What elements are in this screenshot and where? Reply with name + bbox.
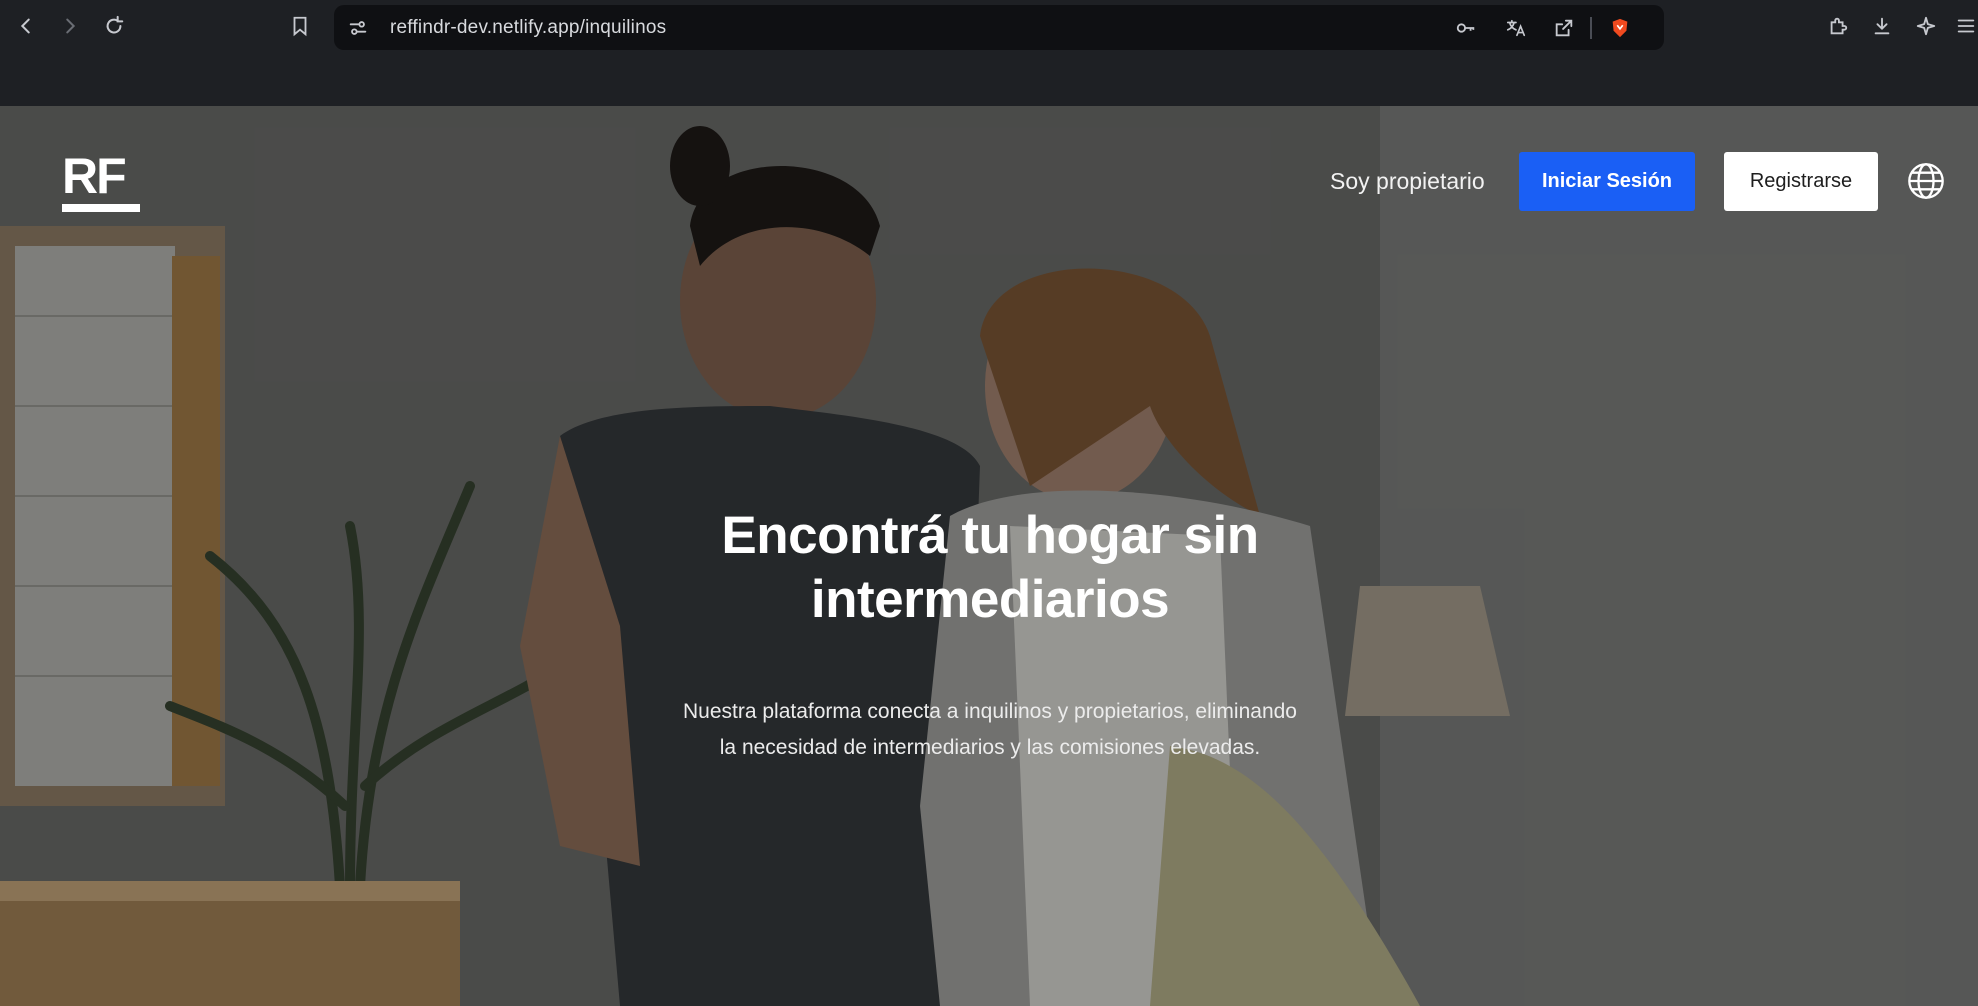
share-icon[interactable] [1550, 14, 1578, 42]
brave-shield-icon[interactable] [1606, 14, 1634, 42]
reload-icon[interactable] [100, 12, 128, 40]
subtitle-line-2: la necesidad de intermediarios y las com… [719, 736, 1261, 759]
rf-logo[interactable]: RF [62, 150, 144, 224]
globe-icon[interactable] [1906, 161, 1946, 201]
site-settings-icon[interactable] [344, 14, 372, 42]
address-bar[interactable]: reffindr-dev.netlify.app/inquilinos [334, 5, 1664, 50]
back-icon[interactable] [12, 12, 40, 40]
logo-text: RF [62, 148, 127, 204]
bookmark-icon[interactable] [286, 12, 314, 40]
owner-link[interactable]: Soy propietario [1330, 168, 1485, 195]
register-button[interactable]: Registrarse [1724, 152, 1878, 211]
translate-icon[interactable] [1502, 14, 1530, 42]
urlbar-divider [1590, 17, 1592, 39]
headline-line-2: intermediarios [810, 570, 1170, 629]
browser-chrome: reffindr-dev.netlify.app/inquilinos [0, 0, 1978, 106]
hero-section: RF Soy propietario Iniciar Sesión Regist… [0, 106, 1978, 1006]
subtitle-line-1: Nuestra plataforma conecta a inquilinos … [682, 700, 1297, 723]
leo-ai-icon[interactable] [1912, 12, 1940, 40]
forward-icon[interactable] [56, 12, 84, 40]
extensions-icon[interactable] [1824, 12, 1852, 40]
hero-subtitle: Nuestra plataforma conecta a inquilinos … [610, 694, 1370, 766]
menu-icon[interactable] [1952, 12, 1978, 40]
hero-headline: Encontrá tu hogar sin intermediarios [600, 504, 1380, 632]
headline-line-1: Encontrá tu hogar sin [721, 506, 1259, 565]
password-key-icon[interactable] [1452, 14, 1480, 42]
login-button[interactable]: Iniciar Sesión [1519, 152, 1695, 211]
logo-underline [62, 204, 140, 212]
url-text[interactable]: reffindr-dev.netlify.app/inquilinos [390, 17, 666, 39]
download-icon[interactable] [1868, 12, 1896, 40]
